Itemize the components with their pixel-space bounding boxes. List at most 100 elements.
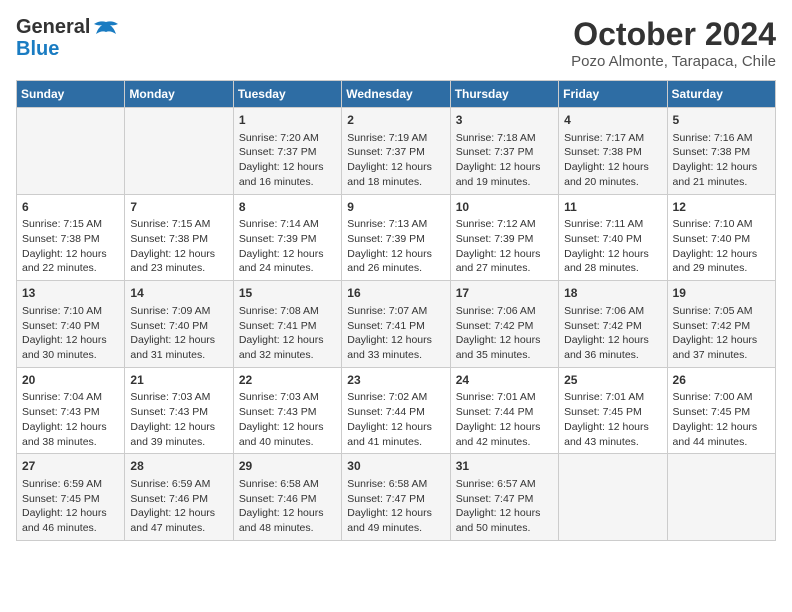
sunset-text: Sunset: 7:47 PM [456, 492, 553, 507]
sunset-text: Sunset: 7:39 PM [347, 232, 444, 247]
sunrise-text: Sunrise: 7:13 AM [347, 217, 444, 232]
sunrise-text: Sunrise: 7:01 AM [456, 390, 553, 405]
logo: General Blue [16, 16, 120, 60]
title-area: October 2024 Pozo Almonte, Tarapaca, Chi… [571, 16, 776, 70]
calendar-day-header: Saturday [667, 81, 775, 108]
daylight-text: Daylight: 12 hours and 21 minutes. [673, 160, 770, 189]
sunset-text: Sunset: 7:40 PM [130, 319, 227, 334]
sunset-text: Sunset: 7:37 PM [239, 145, 336, 160]
calendar-day-cell: 25Sunrise: 7:01 AMSunset: 7:45 PMDayligh… [559, 367, 667, 454]
calendar-day-cell: 31 Sunrise: 6:57 AMSunset: 7:47 PMDayligh… [450, 454, 558, 541]
sunset-text: Sunset: 7:45 PM [673, 405, 770, 420]
day-number: 3 [456, 112, 553, 129]
daylight-text: Daylight: 12 hours and 43 minutes. [564, 420, 661, 449]
day-number: 22 [239, 372, 336, 389]
day-number: 2 [347, 112, 444, 129]
sunrise-text: Sunrise: 7:09 AM [130, 304, 227, 319]
sunrise-text: Sunrise: 7:05 AM [673, 304, 770, 319]
sunset-text: Sunset: 7:38 PM [22, 232, 119, 247]
daylight-text: Daylight: 12 hours and 46 minutes. [22, 506, 119, 535]
sunrise-text: Sunrise: 7:11 AM [564, 217, 661, 232]
calendar-day-header: Thursday [450, 81, 558, 108]
daylight-text: Daylight: 12 hours and 35 minutes. [456, 333, 553, 362]
calendar-day-cell [559, 454, 667, 541]
daylight-text: Daylight: 12 hours and 23 minutes. [130, 247, 227, 276]
calendar-day-cell [17, 108, 125, 195]
daylight-text: Daylight: 12 hours and 22 minutes. [22, 247, 119, 276]
day-number: 6 [22, 199, 119, 216]
calendar-day-cell: 6Sunrise: 7:15 AMSunset: 7:38 PMDaylight… [17, 194, 125, 281]
daylight-text: Daylight: 12 hours and 50 minutes. [456, 506, 553, 535]
day-number: 18 [564, 285, 661, 302]
day-number: 30 [347, 458, 444, 475]
daylight-text: Daylight: 12 hours and 27 minutes. [456, 247, 553, 276]
month-title: October 2024 [571, 16, 776, 53]
calendar-day-header: Friday [559, 81, 667, 108]
sunrise-text: Sunrise: 7:18 AM [456, 131, 553, 146]
sunset-text: Sunset: 7:44 PM [347, 405, 444, 420]
day-number: 7 [130, 199, 227, 216]
daylight-text: Daylight: 12 hours and 47 minutes. [130, 506, 227, 535]
day-number: 19 [673, 285, 770, 302]
sunset-text: Sunset: 7:43 PM [239, 405, 336, 420]
calendar-day-cell: 20Sunrise: 7:04 AMSunset: 7:43 PMDayligh… [17, 367, 125, 454]
day-number: 20 [22, 372, 119, 389]
daylight-text: Daylight: 12 hours and 16 minutes. [239, 160, 336, 189]
sunset-text: Sunset: 7:45 PM [564, 405, 661, 420]
calendar-day-header: Wednesday [342, 81, 450, 108]
sunset-text: Sunset: 7:45 PM [22, 492, 119, 507]
daylight-text: Daylight: 12 hours and 20 minutes. [564, 160, 661, 189]
calendar-day-cell: 14Sunrise: 7:09 AMSunset: 7:40 PMDayligh… [125, 281, 233, 368]
calendar-day-cell: 4Sunrise: 7:17 AMSunset: 7:38 PMDaylight… [559, 108, 667, 195]
day-number: 28 [130, 458, 227, 475]
sunrise-text: Sunrise: 7:08 AM [239, 304, 336, 319]
sunrise-text: Sunrise: 7:10 AM [22, 304, 119, 319]
day-number: 25 [564, 372, 661, 389]
sunrise-text: Sunrise: 7:16 AM [673, 131, 770, 146]
daylight-text: Daylight: 12 hours and 33 minutes. [347, 333, 444, 362]
sunrise-text: Sunrise: 6:57 AM [456, 477, 553, 492]
calendar-day-cell [125, 108, 233, 195]
calendar-day-cell: 24Sunrise: 7:01 AMSunset: 7:44 PMDayligh… [450, 367, 558, 454]
sunrise-text: Sunrise: 6:58 AM [239, 477, 336, 492]
calendar-day-cell: 27Sunrise: 6:59 AMSunset: 7:45 PMDayligh… [17, 454, 125, 541]
sunrise-text: Sunrise: 7:07 AM [347, 304, 444, 319]
calendar-day-cell: 23Sunrise: 7:02 AMSunset: 7:44 PMDayligh… [342, 367, 450, 454]
sunrise-text: Sunrise: 7:00 AM [673, 390, 770, 405]
daylight-text: Daylight: 12 hours and 38 minutes. [22, 420, 119, 449]
logo-text: General Blue [16, 16, 90, 60]
sunset-text: Sunset: 7:46 PM [239, 492, 336, 507]
sunrise-text: Sunrise: 7:19 AM [347, 131, 444, 146]
calendar-body: 1Sunrise: 7:20 AMSunset: 7:37 PMDaylight… [17, 108, 776, 541]
day-number: 27 [22, 458, 119, 475]
sunset-text: Sunset: 7:39 PM [239, 232, 336, 247]
sunset-text: Sunset: 7:40 PM [22, 319, 119, 334]
sunset-text: Sunset: 7:40 PM [564, 232, 661, 247]
day-number: 26 [673, 372, 770, 389]
calendar-day-cell: 28Sunrise: 6:59 AMSunset: 7:46 PMDayligh… [125, 454, 233, 541]
sunrise-text: Sunrise: 7:17 AM [564, 131, 661, 146]
calendar-day-cell: 5Sunrise: 7:16 AMSunset: 7:38 PMDaylight… [667, 108, 775, 195]
sunrise-text: Sunrise: 7:04 AM [22, 390, 119, 405]
sunrise-text: Sunrise: 7:14 AM [239, 217, 336, 232]
daylight-text: Daylight: 12 hours and 39 minutes. [130, 420, 227, 449]
sunset-text: Sunset: 7:41 PM [239, 319, 336, 334]
calendar-week-row: 27Sunrise: 6:59 AMSunset: 7:45 PMDayligh… [17, 454, 776, 541]
calendar-day-cell [667, 454, 775, 541]
daylight-text: Daylight: 12 hours and 18 minutes. [347, 160, 444, 189]
sunrise-text: Sunrise: 7:20 AM [239, 131, 336, 146]
daylight-text: Daylight: 12 hours and 40 minutes. [239, 420, 336, 449]
sunrise-text: Sunrise: 6:58 AM [347, 477, 444, 492]
daylight-text: Daylight: 12 hours and 31 minutes. [130, 333, 227, 362]
sunrise-text: Sunrise: 7:01 AM [564, 390, 661, 405]
day-number: 13 [22, 285, 119, 302]
daylight-text: Daylight: 12 hours and 26 minutes. [347, 247, 444, 276]
sunset-text: Sunset: 7:42 PM [673, 319, 770, 334]
day-number: 31 [456, 458, 553, 475]
sunset-text: Sunset: 7:41 PM [347, 319, 444, 334]
calendar-week-row: 6Sunrise: 7:15 AMSunset: 7:38 PMDaylight… [17, 194, 776, 281]
calendar-header-row: SundayMondayTuesdayWednesdayThursdayFrid… [17, 81, 776, 108]
calendar-day-cell: 9Sunrise: 7:13 AMSunset: 7:39 PMDaylight… [342, 194, 450, 281]
calendar-day-cell: 22Sunrise: 7:03 AMSunset: 7:43 PMDayligh… [233, 367, 341, 454]
calendar-day-cell: 29Sunrise: 6:58 AMSunset: 7:46 PMDayligh… [233, 454, 341, 541]
